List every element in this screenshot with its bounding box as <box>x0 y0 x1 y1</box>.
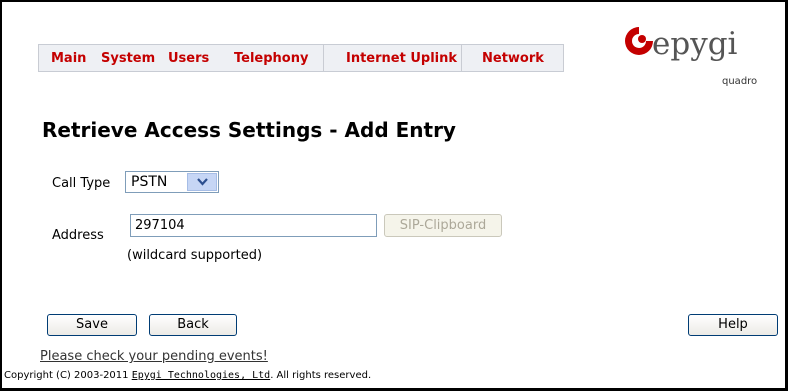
sip-clipboard-button[interactable]: SIP-Clipboard <box>384 214 502 237</box>
nav-separator <box>461 45 462 71</box>
nav-separator <box>323 45 324 71</box>
help-button[interactable]: Help <box>688 314 778 336</box>
logo-product-text: quadro <box>722 76 758 87</box>
page-title: Retrieve Access Settings - Add Entry <box>42 118 456 142</box>
call-type-label: Call Type <box>52 176 111 191</box>
call-type-selected-value: PSTN <box>131 174 168 190</box>
logo-mark-icon <box>625 27 653 55</box>
save-button[interactable]: Save <box>47 314 137 336</box>
wildcard-note: (wildcard supported) <box>127 248 263 263</box>
call-type-select[interactable]: PSTN <box>125 171 219 193</box>
nav-item-users[interactable]: Users <box>168 51 209 66</box>
copyright-prefix: Copyright (C) 2003-2011 <box>4 370 132 381</box>
epygi-logo: epygi quadro <box>622 24 772 90</box>
copyright-notice: Copyright (C) 2003-2011 Epygi Technologi… <box>4 370 371 381</box>
copyright-suffix: . All rights reserved. <box>270 370 372 381</box>
epygi-technologies-link[interactable]: Epygi Technologies, Ltd <box>132 370 270 381</box>
nav-item-network[interactable]: Network <box>482 51 544 66</box>
nav-separator <box>563 45 564 71</box>
nav-item-main[interactable]: Main <box>51 51 86 66</box>
pending-events-link[interactable]: Please check your pending events! <box>40 349 268 364</box>
nav-item-telephony[interactable]: Telephony <box>234 51 308 66</box>
logo-brand-text: epygi <box>652 26 738 62</box>
nav-item-internet-uplink[interactable]: Internet Uplink <box>346 51 457 66</box>
address-input[interactable] <box>130 214 377 237</box>
chevron-down-icon <box>197 178 208 186</box>
address-label: Address <box>52 228 104 243</box>
main-navigation: Main System Users Telephony Internet Upl… <box>38 44 564 72</box>
nav-item-system[interactable]: System <box>101 51 155 66</box>
nav-separator <box>38 45 39 71</box>
dropdown-arrow[interactable] <box>187 173 217 191</box>
back-button[interactable]: Back <box>149 314 237 336</box>
page-frame: Main System Users Telephony Internet Upl… <box>0 0 788 391</box>
